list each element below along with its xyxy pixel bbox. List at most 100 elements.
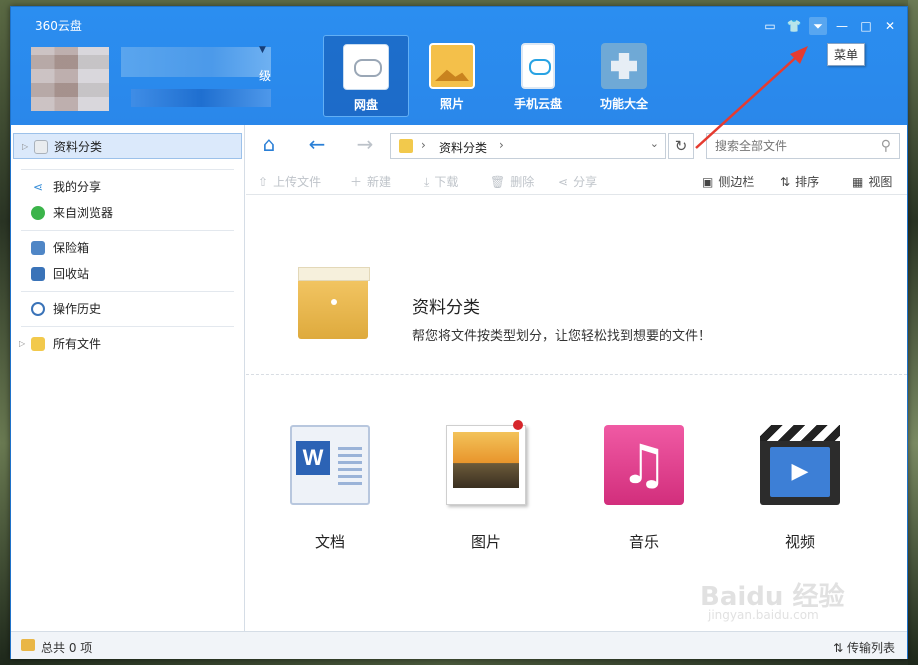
music-icon — [604, 425, 684, 505]
tab-label: 功能大全 — [599, 97, 648, 111]
sidebar-item-all-files[interactable]: ▷ 所有文件 — [11, 331, 244, 357]
file-cabinet-icon — [290, 267, 394, 343]
search-input[interactable] — [707, 134, 867, 158]
category-label: 音乐 — [628, 533, 659, 551]
sidebar: ▷ 资料分类 ⋖ 我的分享 来自浏览器 保险箱 回收站 操作历史 ▷ 所有文件 — [11, 125, 245, 631]
panel-icon: ▣ — [702, 175, 714, 189]
category-music[interactable]: 音乐 — [594, 425, 694, 552]
watermark-url: jingyan.baidu.com — [708, 608, 819, 622]
new-button[interactable]: ＋ 新建 — [350, 173, 391, 190]
user-level-label: 级 — [259, 69, 272, 83]
intro-title: 资料分类 — [412, 298, 480, 318]
back-arrow-icon[interactable]: ← — [304, 133, 330, 155]
delete-label: 删除 — [510, 175, 535, 189]
app-window: 360云盘 ▼ 级 网盘 照片 手机云盘 功能大全 ▭ 👕 ⏷ — □ ✕ 菜单… — [10, 6, 908, 659]
phone-cloud-icon — [521, 43, 555, 89]
chevron-right-icon[interactable]: › — [499, 138, 504, 152]
tab-label: 手机云盘 — [513, 97, 562, 111]
sidebar-item-safe-box[interactable]: 保险箱 — [11, 235, 244, 261]
recycle-bin-icon — [31, 267, 45, 281]
new-label: 新建 — [367, 175, 392, 189]
sidebar-item-categories[interactable]: ▷ 资料分类 — [13, 133, 242, 159]
sidebar-item-my-shares[interactable]: ⋖ 我的分享 — [11, 174, 244, 200]
sort-icon: ⇅ — [780, 175, 791, 189]
category-videos[interactable]: 视频 — [750, 425, 850, 552]
sort-label: 排序 — [795, 175, 820, 189]
expand-arrow-icon[interactable]: ▷ — [22, 134, 28, 160]
sidebar-item-recycle-bin[interactable]: 回收站 — [11, 261, 244, 287]
view-button[interactable]: ▦ 视图 — [852, 173, 892, 190]
category-documents[interactable]: 文档 — [280, 425, 380, 552]
main-nav-tabs: 网盘 照片 手机云盘 功能大全 — [323, 35, 667, 117]
browser-icon — [31, 206, 45, 220]
download-button[interactable]: ⤓ 下载 — [424, 173, 458, 190]
divider — [21, 326, 234, 327]
video-icon — [760, 425, 840, 505]
delete-button[interactable]: 🗑 删除 — [490, 173, 534, 190]
forward-arrow-icon[interactable]: → — [352, 133, 378, 155]
address-row: ⌂ ← → › 资料分类 › ⌄ ↻ ⚲ — [246, 129, 907, 159]
sidebar-item-label: 保险箱 — [53, 241, 90, 255]
feedback-icon[interactable]: ▭ — [761, 17, 779, 35]
sidebar-item-history[interactable]: 操作历史 — [11, 296, 244, 322]
close-icon[interactable]: ✕ — [881, 17, 899, 35]
sidebar-item-label: 所有文件 — [53, 337, 102, 351]
folder-icon — [399, 139, 413, 153]
trash-icon: 🗑 — [490, 175, 506, 189]
tab-label: 网盘 — [353, 98, 378, 112]
upload-icon: ⇧ — [258, 175, 269, 189]
maximize-icon[interactable]: □ — [857, 17, 875, 35]
categories-icon — [34, 140, 48, 154]
expand-arrow-icon[interactable]: ▷ — [19, 331, 25, 357]
category-intro: 资料分类 帮您将文件按类型划分，让您轻松找到想要的文件！ — [246, 215, 907, 375]
tab-cloud-disk[interactable]: 网盘 — [323, 35, 409, 117]
user-dropdown-icon[interactable]: ▼ — [259, 45, 266, 55]
item-count: 总共 0 项 — [41, 641, 93, 655]
user-info-blurred — [131, 89, 271, 107]
category-label: 视频 — [784, 533, 815, 551]
sidebar-label: 侧边栏 — [718, 175, 755, 189]
home-icon[interactable]: ⌂ — [256, 133, 282, 155]
divider — [21, 169, 234, 170]
tab-label: 照片 — [439, 97, 464, 111]
clock-icon — [31, 302, 45, 316]
transfer-list-button[interactable]: ⇅ 传输列表 — [833, 639, 895, 656]
tab-photos[interactable]: 照片 — [409, 35, 495, 117]
share-label: 分享 — [573, 175, 598, 189]
status-bar: 总共 0 项 ⇅ 传输列表 — [11, 631, 907, 659]
chevron-right-icon: › — [421, 138, 426, 152]
search-box: ⚲ — [706, 133, 900, 159]
desktop-left-edge — [0, 0, 10, 665]
transfer-label: 传输列表 — [846, 641, 895, 655]
refresh-icon[interactable]: ↻ — [668, 133, 694, 159]
main-panel: ⌂ ← → › 资料分类 › ⌄ ↻ ⚲ ⇧ 上传文件 ＋ 新建 ⤓ 下载 🗑 删除 ⋖… — [246, 125, 907, 631]
desktop-right-edge — [908, 0, 918, 665]
upload-button[interactable]: ⇧ 上传文件 — [258, 173, 321, 190]
toolbar: ⇧ 上传文件 ＋ 新建 ⤓ 下载 🗑 删除 ⋖ 分享 ▣ 侧边栏 ⇅ 排序 ▦ 视图 — [246, 165, 907, 195]
upload-label: 上传文件 — [273, 175, 322, 189]
safe-icon — [31, 241, 45, 255]
minimize-icon[interactable]: — — [833, 17, 851, 35]
address-bar[interactable]: › 资料分类 › ⌄ — [390, 133, 666, 159]
sidebar-item-label: 回收站 — [53, 267, 90, 281]
tab-tools[interactable]: 功能大全 — [581, 35, 667, 117]
search-icon[interactable]: ⚲ — [881, 138, 891, 154]
sidebar-item-from-browser[interactable]: 来自浏览器 — [11, 200, 244, 226]
avatar[interactable] — [31, 47, 109, 111]
share-icon: ⋖ — [558, 175, 569, 189]
sidebar-toggle-button[interactable]: ▣ 侧边栏 — [702, 173, 754, 190]
image-icon — [446, 420, 526, 505]
chevron-down-icon[interactable]: ⌄ — [650, 137, 659, 150]
divider — [21, 230, 234, 231]
view-label: 视图 — [868, 175, 893, 189]
toolbox-icon — [601, 43, 647, 89]
sort-button[interactable]: ⇅ 排序 — [780, 173, 819, 190]
username-blurred[interactable] — [121, 47, 271, 77]
menu-icon[interactable]: ⏷ — [809, 17, 827, 35]
share-button[interactable]: ⋖ 分享 — [558, 173, 597, 190]
category-images[interactable]: 图片 — [436, 420, 536, 552]
folder-icon — [21, 639, 35, 651]
tab-phone-cloud[interactable]: 手机云盘 — [495, 35, 581, 117]
breadcrumb[interactable]: 资料分类 — [439, 139, 487, 156]
skin-shirt-icon[interactable]: 👕 — [785, 17, 803, 35]
